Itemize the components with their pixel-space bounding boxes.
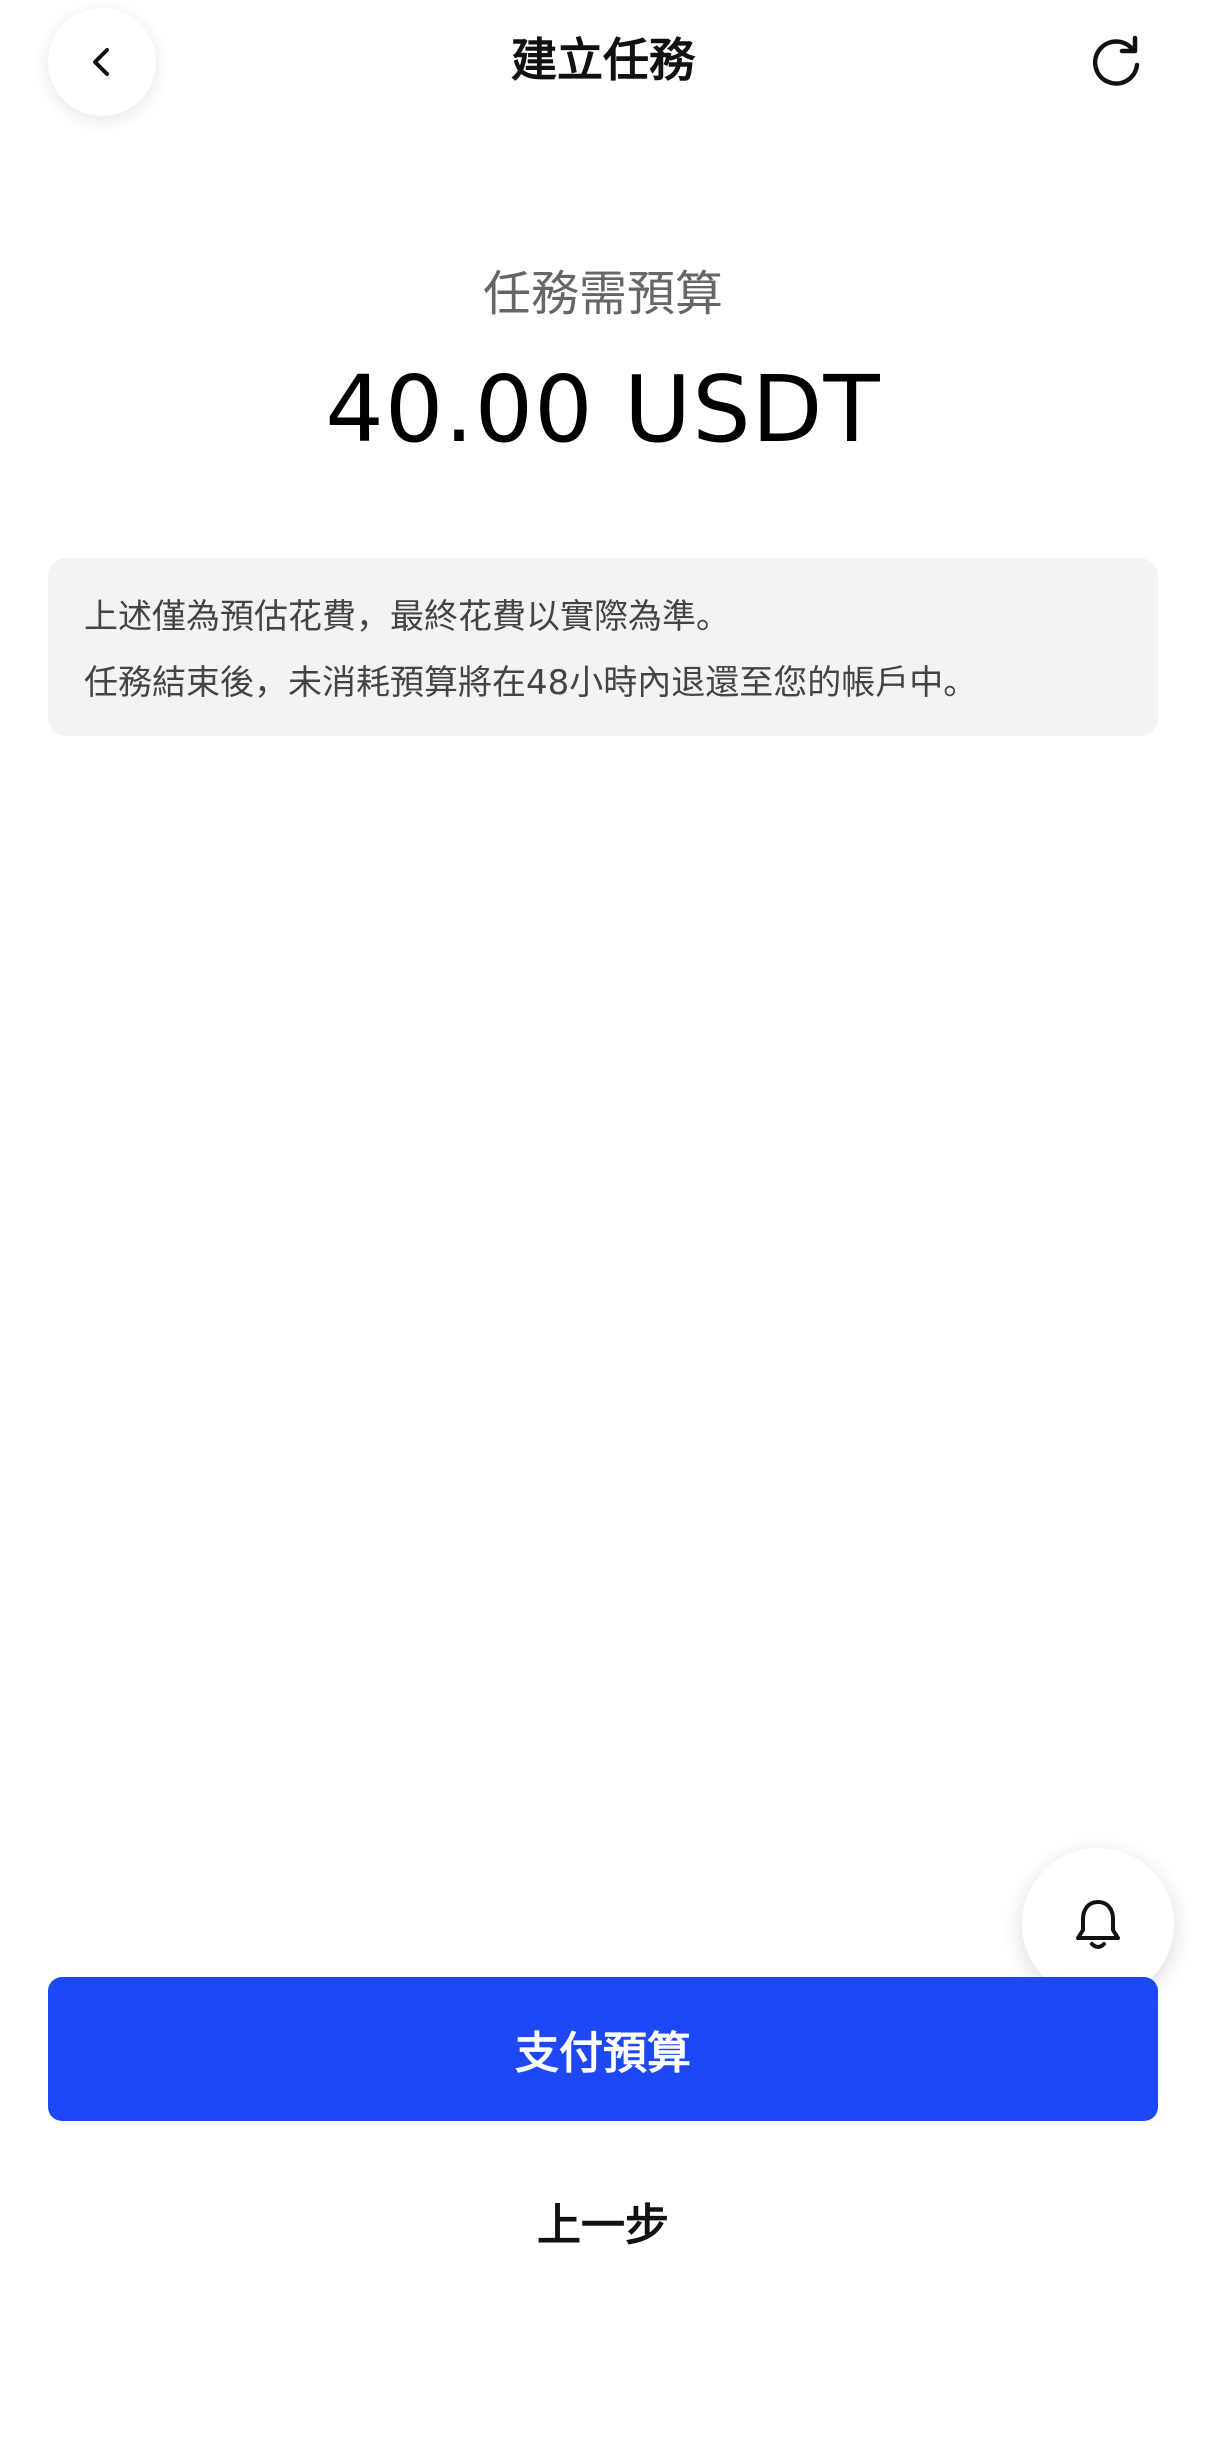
refresh-icon: [1092, 35, 1140, 86]
previous-step-button[interactable]: 上一步: [0, 2190, 1206, 2262]
top-bar: 建立任務: [0, 0, 1206, 124]
page-title: 建立任務: [511, 33, 695, 87]
pay-budget-button[interactable]: 支付預算: [48, 1977, 1158, 2121]
notice-box: 上述僅為預估花費，最終花費以實際為準。 任務結束後，未消耗預算將在48小時內退還…: [48, 558, 1158, 736]
notice-line-refund: 任務結束後，未消耗預算將在48小時內退還至您的帳戶中。: [84, 663, 978, 703]
notice-line-estimate: 上述僅為預估花費，最終花費以實際為準。: [84, 597, 730, 637]
refresh-button[interactable]: [1082, 28, 1150, 96]
budget-amount: 40.00 USDT: [325, 356, 881, 463]
budget-label: 任務需預算: [482, 266, 723, 322]
bell-icon: [1076, 1900, 1120, 1949]
